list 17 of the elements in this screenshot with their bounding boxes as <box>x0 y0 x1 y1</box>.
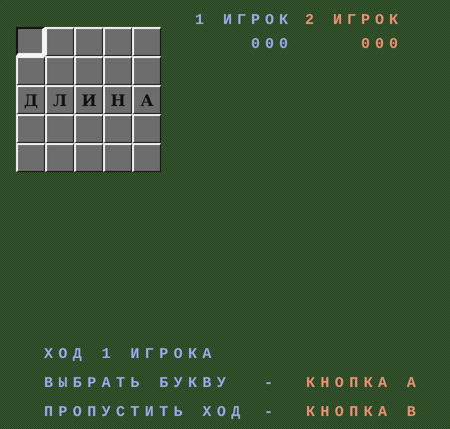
action-label: ПРОПУСТИТЬ ХОД <box>44 403 247 423</box>
separator-text: - <box>264 374 280 394</box>
player-score: 000 <box>250 36 294 55</box>
board-cell[interactable] <box>16 27 45 56</box>
board-cell[interactable]: Д <box>16 85 45 114</box>
button-label: КНОПКА В <box>306 403 422 423</box>
action-label: ВЫБРАТЬ БУКВУ <box>44 374 232 394</box>
board-cell[interactable]: Л <box>45 85 74 114</box>
board-cell[interactable]: И <box>74 85 103 114</box>
board-cell[interactable]: А <box>132 85 161 114</box>
player-label: 1 ИГРОК <box>195 12 294 31</box>
board-cell[interactable]: Н <box>103 85 132 114</box>
player-score: 000 <box>360 36 404 55</box>
turn-text: ХОД 1 ИГРОКА <box>44 345 217 365</box>
separator-text: - <box>264 403 280 423</box>
player-label: 2 ИГРОК <box>305 12 404 31</box>
button-label: КНОПКА А <box>306 374 422 394</box>
